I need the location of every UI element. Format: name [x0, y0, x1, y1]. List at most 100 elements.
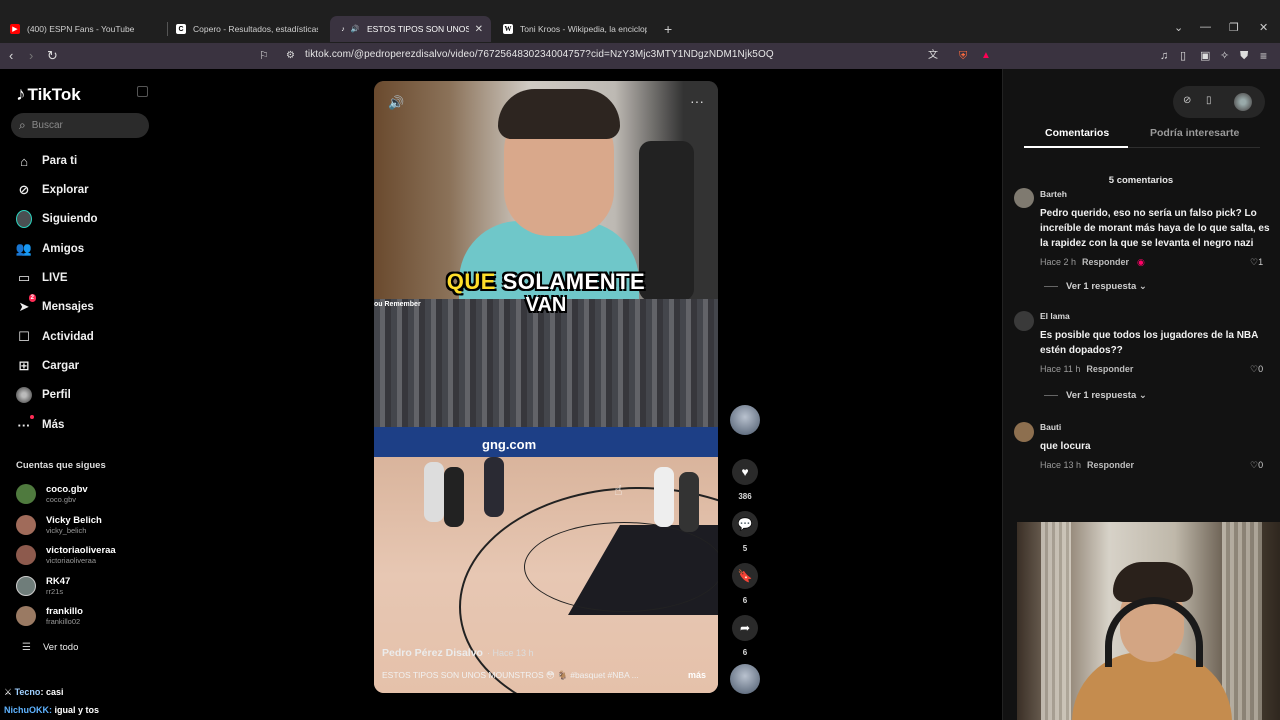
brave-shield-icon[interactable]: ⛨	[959, 48, 967, 64]
save-button[interactable]: 🔖	[732, 563, 758, 589]
more-options-icon[interactable]: ···	[690, 93, 704, 109]
creator-avatar[interactable]	[730, 405, 760, 435]
nav-mas[interactable]: ··· Más	[16, 415, 64, 434]
nav-mensajes[interactable]: ➤ 2 Mensajes	[16, 294, 94, 316]
site-settings-icon[interactable]: ⚙	[286, 48, 295, 64]
nav-actividad[interactable]: ☐ Actividad	[16, 328, 94, 346]
comment-like[interactable]: ♡0	[1250, 460, 1263, 471]
avatar[interactable]	[1014, 188, 1034, 208]
player	[654, 467, 674, 527]
avatar[interactable]	[1014, 311, 1034, 331]
minimize-icon[interactable]: —	[1200, 21, 1211, 33]
translate-icon[interactable]: 文	[928, 48, 938, 64]
tiktok-logo[interactable]: ♪ TikTok	[16, 84, 81, 106]
court-circle	[524, 522, 718, 612]
video-player[interactable]: gng.com QUE SOLAMENTE VAN ou Remember 🔊 …	[374, 81, 718, 693]
wikipedia-icon: W	[503, 24, 513, 34]
back-icon[interactable]: ‹	[9, 48, 13, 64]
view-replies-button[interactable]: Ver 1 respuesta ⌄	[1044, 390, 1147, 401]
view-replies-button[interactable]: Ver 1 respuesta ⌄	[1044, 281, 1147, 292]
forward-icon[interactable]: ›	[29, 48, 33, 64]
player	[679, 472, 699, 532]
search-input[interactable]	[31, 120, 132, 131]
nav-amigos[interactable]: 👥 Amigos	[16, 240, 84, 258]
restore-icon[interactable]: ❐	[1229, 21, 1239, 34]
vpn-icon[interactable]: ⛊	[1240, 48, 1248, 64]
chat-message: NichuOKK: igual y tos	[4, 705, 100, 715]
ad-board	[374, 427, 718, 457]
followed-account[interactable]: RK47 rr21s	[16, 576, 70, 596]
tab-youtube[interactable]: ▶ (400) ESPN Fans - YouTube	[2, 16, 165, 42]
comment-text: que locura	[1040, 441, 1091, 452]
followed-account[interactable]: victoriaoliveraa victoriaoliveraa	[16, 545, 116, 565]
collapse-sidebar-icon[interactable]	[137, 86, 148, 97]
bookmark-icon[interactable]: ⚐	[259, 48, 269, 64]
share-count: 6	[742, 648, 748, 657]
nav-live[interactable]: ▭ LIVE	[16, 269, 68, 287]
followed-account[interactable]: coco.gbv coco.gbv	[16, 484, 88, 504]
comment-count: 5	[742, 544, 748, 553]
reply-button[interactable]: Responder	[1087, 460, 1134, 470]
comment-count-title: 5 comentarios	[1108, 175, 1174, 186]
player	[424, 462, 444, 522]
new-tab-button[interactable]: +	[664, 21, 672, 37]
volume-icon[interactable]: 🔊	[388, 95, 404, 111]
mouse-cursor-icon: ☝	[614, 482, 623, 498]
wallet-icon[interactable]: ▣	[1200, 48, 1210, 64]
like-button[interactable]: ♥	[732, 459, 758, 485]
reply-button[interactable]: Responder	[1086, 364, 1133, 374]
curtain	[1222, 522, 1262, 720]
video-author[interactable]: Pedro Pérez Disalvo · Hace 13 h	[382, 647, 534, 659]
streamer-frame	[374, 81, 718, 301]
comment-like[interactable]: ♡1	[1250, 257, 1263, 268]
comment-like[interactable]: ♡0	[1250, 364, 1263, 375]
comment-meta: Hace 13 h Responder	[1040, 460, 1135, 470]
reload-icon[interactable]: ↻	[47, 48, 58, 64]
explore-icon[interactable]: ⊘	[1183, 95, 1191, 106]
comment-author[interactable]: Barteh	[1040, 189, 1067, 199]
tab-podria-interesarte[interactable]: Podría interesarte	[1150, 127, 1239, 139]
user-avatar[interactable]	[1234, 93, 1252, 111]
chat-badge-icon: ⚔	[4, 687, 13, 697]
basketball-clip: gng.com	[374, 299, 718, 693]
menu-icon[interactable]: ≡	[1260, 48, 1267, 64]
tab-list-chevron-icon[interactable]: ⌄	[1174, 21, 1183, 34]
nav-explorar[interactable]: ⊘ Explorar	[16, 181, 89, 199]
followed-account[interactable]: frankillo frankillo02	[16, 606, 83, 626]
rewards-icon[interactable]: ▲	[981, 48, 991, 64]
tab-tiktok-active[interactable]: ♪ 🔊 ESTOS TIPOS SON UNOS MO ✕	[330, 16, 491, 42]
device-icon[interactable]: ▯	[1206, 95, 1212, 106]
leo-ai-icon[interactable]: ✧	[1220, 48, 1229, 64]
avatar[interactable]	[1014, 422, 1034, 442]
creator-liked-icon: ◉	[1137, 257, 1145, 267]
close-tab-icon[interactable]: ✕	[469, 24, 483, 35]
tab-comentarios[interactable]: Comentarios	[1045, 127, 1109, 139]
chevron-down-icon: ⌄	[1138, 281, 1147, 292]
comment-meta: Hace 11 h Responder	[1040, 364, 1134, 374]
comment-button[interactable]: 💬	[732, 511, 758, 537]
search-box[interactable]: ⌕	[11, 113, 149, 138]
search-icon: ⌕	[19, 118, 26, 132]
nav-cargar[interactable]: ⊞ Cargar	[16, 357, 80, 375]
followed-account[interactable]: Vicky Belich vicky_belich	[16, 515, 102, 535]
nav-para-ti[interactable]: ⌂ Para ti	[16, 152, 77, 170]
nav-siguiendo[interactable]: Siguiendo	[16, 210, 98, 228]
tab-wikipedia[interactable]: W Toni Kroos - Wikipedia, la encicloped	[495, 16, 655, 42]
following-avatar-icon	[16, 210, 32, 228]
comment-author[interactable]: El lama	[1040, 311, 1070, 321]
more-description-button[interactable]: más	[688, 670, 706, 680]
media-icon[interactable]: ♫	[1160, 48, 1168, 64]
sidebar-toggle-icon[interactable]: ▯	[1180, 48, 1186, 64]
comment-meta: Hace 2 h Responder ◉	[1040, 257, 1145, 267]
tiktok-icon: ♪	[341, 25, 345, 33]
reply-button[interactable]: Responder	[1082, 257, 1129, 267]
address-bar[interactable]: tiktok.com/@pedroperezdisalvo/video/7672…	[305, 49, 774, 60]
see-all-link[interactable]: ☰ Ver todo	[22, 642, 78, 653]
comment-text: Pedro querido, eso no sería un falso pic…	[1040, 208, 1270, 249]
close-window-icon[interactable]: ✕	[1259, 21, 1268, 34]
comment-author[interactable]: Bauti	[1040, 422, 1061, 432]
sound-avatar[interactable]	[730, 664, 760, 694]
tab-copero[interactable]: C Copero - Resultados, estadísticas, an	[168, 16, 326, 42]
nav-perfil[interactable]: Perfil	[16, 386, 71, 404]
share-button[interactable]: ➦	[732, 615, 758, 641]
